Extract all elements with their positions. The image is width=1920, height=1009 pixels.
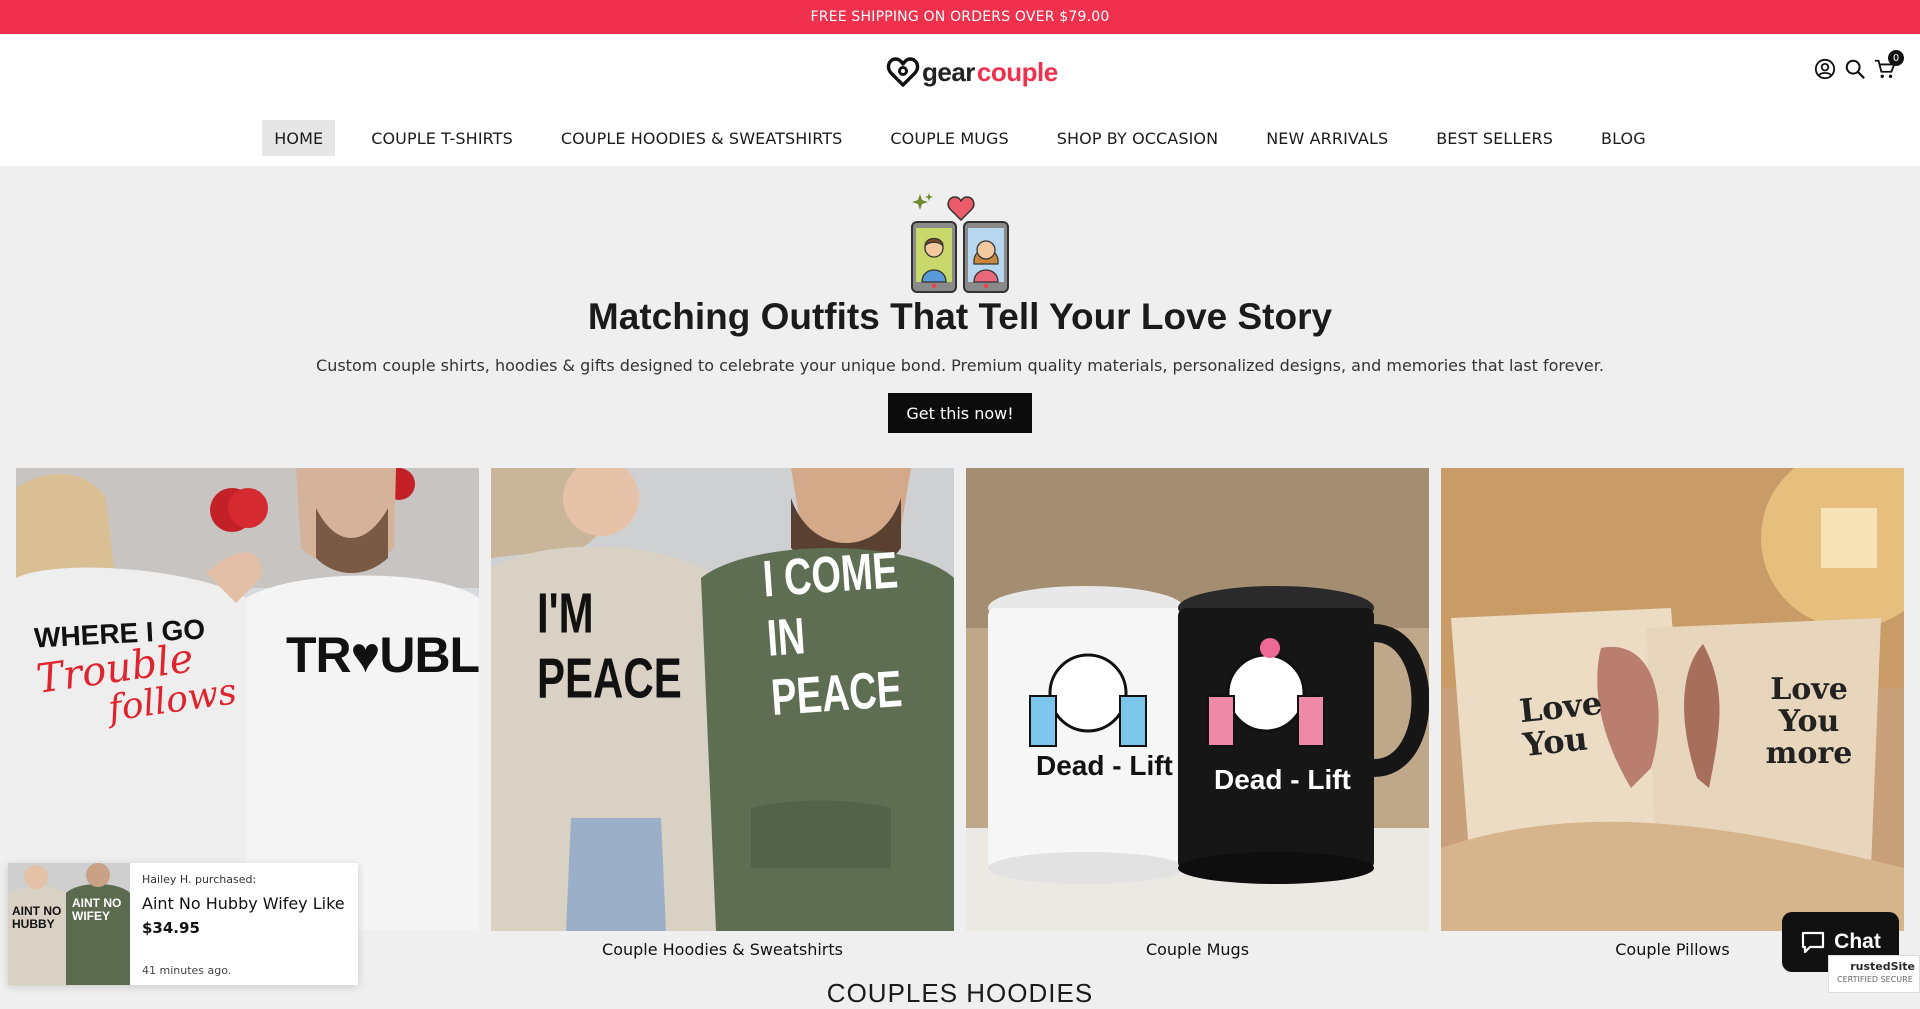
purchase-buyer: Hailey H. purchased: (142, 873, 257, 886)
recent-purchase-popup[interactable]: AINT NO HUBBY AINT NO WIFEY Hailey H. pu… (8, 863, 358, 985)
purchase-thumb-print-right: AINT NO WIFEY (72, 896, 122, 923)
chat-label: Chat (1834, 930, 1881, 953)
collection-tile-mugs[interactable]: Dead - Lift Dead - Lift Couple Mugs (966, 468, 1429, 967)
nav-item-blog[interactable]: BLOG (1589, 120, 1658, 156)
nav-item-shop-by-occasion[interactable]: SHOP BY OCCASION (1045, 120, 1230, 156)
chat-bubble-icon (1802, 931, 1825, 954)
trust-badge-title: rustedSite (1850, 960, 1915, 973)
couple-phones-icon (911, 193, 1009, 293)
collection-caption-hoodies[interactable]: Couple Hoodies & Sweatshirts (491, 931, 954, 967)
pillow-print-right: Love You more (1765, 672, 1853, 771)
nav-item-couple-hoodies[interactable]: COUPLE HOODIES & SWEATSHIRTS (549, 120, 855, 156)
trusted-site-badge[interactable]: rustedSite CERTIFIED SECURE (1828, 955, 1920, 993)
account-icon[interactable] (1814, 58, 1836, 80)
purchase-product-name[interactable]: Aint No Hubby Wifey Like (142, 894, 346, 913)
announcement-text: FREE SHIPPING ON ORDERS OVER $79.00 (810, 9, 1110, 25)
announcement-bar: FREE SHIPPING ON ORDERS OVER $79.00 (0, 0, 1920, 34)
nav-item-couple-t-shirts[interactable]: COUPLE T-SHIRTS (359, 120, 525, 156)
collection-image-tshirts[interactable]: WHERE I GO Trouble follows TR♥UBLE (16, 468, 479, 931)
heart-logo-icon (886, 57, 920, 87)
purchase-time-ago: 41 minutes ago. (142, 964, 232, 977)
hoodie-print-left: I'M PEACE (537, 581, 682, 710)
logo-text-couple: couple (976, 56, 1058, 87)
purchase-details: Hailey H. purchased: Aint No Hubby Wifey… (130, 863, 358, 985)
collection-image-hoodies[interactable]: I'M PEACE I COME IN PEACE (491, 468, 954, 931)
nav-item-home[interactable]: HOME (262, 120, 336, 156)
get-this-now-button[interactable]: Get this now! (888, 393, 1032, 433)
purchase-thumb-print-left: AINT NO HUBBY (12, 904, 62, 931)
site-header: gear couple 0 HOME COUPLE T-SHIRTS COUPLE… (0, 34, 1920, 166)
hoodie-print-right: I COME IN PEACE (761, 542, 904, 728)
collection-image-pillows[interactable]: Love You Love You more (1441, 468, 1904, 931)
collection-image-mugs[interactable]: Dead - Lift Dead - Lift (966, 468, 1429, 931)
nav-item-couple-mugs[interactable]: COUPLE MUGS (878, 120, 1020, 156)
header-icons: 0 (1814, 50, 1904, 80)
mug-print-right: Dead - Lift (1214, 764, 1351, 795)
logo[interactable]: gear couple (886, 54, 1058, 90)
tshirt-photo (16, 468, 479, 931)
main-nav: HOME COUPLE T-SHIRTS COUPLE HOODIES & SW… (0, 120, 1920, 156)
logo-text-gear: gear (922, 56, 975, 87)
nav-item-best-sellers[interactable]: BEST SELLERS (1424, 120, 1565, 156)
mug-photo (966, 468, 1429, 931)
hero-subtitle: Custom couple shirts, hoodies & gifts de… (316, 356, 1604, 375)
purchase-price: $34.95 (142, 919, 200, 937)
pillow-print-left: Love You (1517, 683, 1604, 765)
collection-tile-pillows[interactable]: Love You Love You more Couple Pillows (1441, 468, 1904, 967)
purchase-thumbnail[interactable]: AINT NO HUBBY AINT NO WIFEY (8, 863, 130, 985)
search-icon[interactable] (1844, 58, 1866, 80)
collection-tile-hoodies[interactable]: I'M PEACE I COME IN PEACE Couple Hoodies… (491, 468, 954, 967)
hero-title: Matching Outfits That Tell Your Love Sto… (587, 296, 1333, 337)
collection-caption-mugs[interactable]: Couple Mugs (966, 931, 1429, 967)
mug-print-left: Dead - Lift (1036, 750, 1173, 781)
nav-item-new-arrivals[interactable]: NEW ARRIVALS (1254, 120, 1400, 156)
cart-count-badge: 0 (1888, 50, 1904, 66)
tshirt-print-right: TR♥UBLE (286, 627, 479, 683)
cart-button[interactable]: 0 (1874, 50, 1904, 80)
trust-badge-subtitle: CERTIFIED SECURE (1837, 975, 1913, 984)
